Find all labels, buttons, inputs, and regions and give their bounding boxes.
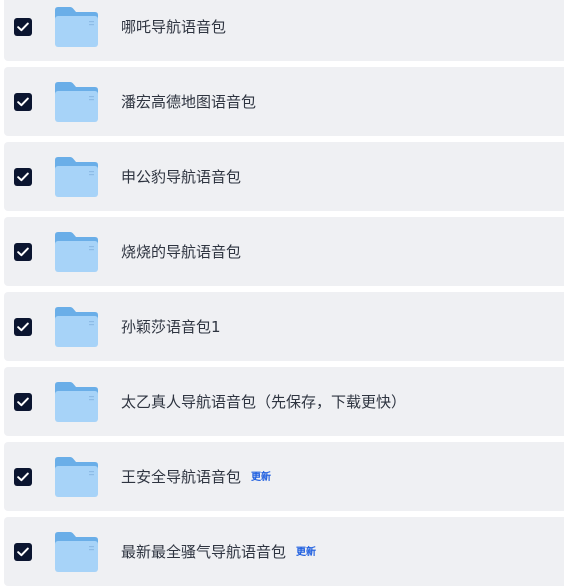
checkbox-checked-icon[interactable] <box>14 318 32 336</box>
folder-icon <box>52 306 100 348</box>
file-name[interactable]: 烧烧的导航语音包 <box>121 241 241 263</box>
checkbox-checked-icon[interactable] <box>14 243 32 261</box>
file-name-text: 王安全导航语音包 <box>121 468 242 486</box>
file-name[interactable]: 哪吒导航语音包 <box>121 16 226 38</box>
update-badge: 更新 <box>296 547 317 558</box>
file-name[interactable]: 申公豹导航语音包 <box>121 166 241 188</box>
file-name[interactable]: 孙颖莎语音包1 <box>121 316 221 338</box>
file-row[interactable]: 王安全导航语音包 更新 <box>4 442 564 511</box>
update-badge: 更新 <box>251 472 272 483</box>
file-name[interactable]: 最新最全骚气导航语音包 更新 <box>121 541 316 564</box>
file-row[interactable]: 申公豹导航语音包 <box>4 142 564 211</box>
file-row[interactable]: 烧烧的导航语音包 <box>4 217 564 286</box>
file-name[interactable]: 潘宏高德地图语音包 <box>121 91 256 113</box>
file-name-text: 最新最全骚气导航语音包 <box>121 543 287 561</box>
folder-icon <box>52 156 100 198</box>
checkbox-checked-icon[interactable] <box>14 168 32 186</box>
file-row[interactable]: 潘宏高德地图语音包 <box>4 67 564 136</box>
folder-icon <box>52 456 100 498</box>
checkbox-checked-icon[interactable] <box>14 543 32 561</box>
file-name-text: 哪吒导航语音包 <box>121 18 227 36</box>
folder-icon <box>52 6 100 48</box>
file-row[interactable]: 最新最全骚气导航语音包 更新 <box>4 517 564 586</box>
file-name-text: 太乙真人导航语音包（先保存，下载更快） <box>121 393 407 411</box>
file-name-text: 潘宏高德地图语音包 <box>121 93 257 111</box>
file-name[interactable]: 王安全导航语音包 更新 <box>121 466 271 489</box>
file-name-text: 孙颖莎语音包1 <box>121 318 221 336</box>
checkbox-checked-icon[interactable] <box>14 393 32 411</box>
file-list: 哪吒导航语音包 潘宏高德地图语音包 申公豹导航语音包 烧烧的导航语音包 孙颖莎语… <box>0 0 564 586</box>
checkbox-checked-icon[interactable] <box>14 468 32 486</box>
file-row[interactable]: 孙颖莎语音包1 <box>4 292 564 361</box>
checkbox-checked-icon[interactable] <box>14 18 32 36</box>
file-row[interactable]: 太乙真人导航语音包（先保存，下载更快） <box>4 367 564 436</box>
folder-icon <box>52 381 100 423</box>
file-name-text: 烧烧的导航语音包 <box>121 243 242 261</box>
file-name-text: 申公豹导航语音包 <box>121 168 242 186</box>
folder-icon <box>52 81 100 123</box>
file-name[interactable]: 太乙真人导航语音包（先保存，下载更快） <box>121 391 406 413</box>
folder-icon <box>52 231 100 273</box>
file-row[interactable]: 哪吒导航语音包 <box>4 0 564 61</box>
checkbox-checked-icon[interactable] <box>14 93 32 111</box>
folder-icon <box>52 531 100 573</box>
